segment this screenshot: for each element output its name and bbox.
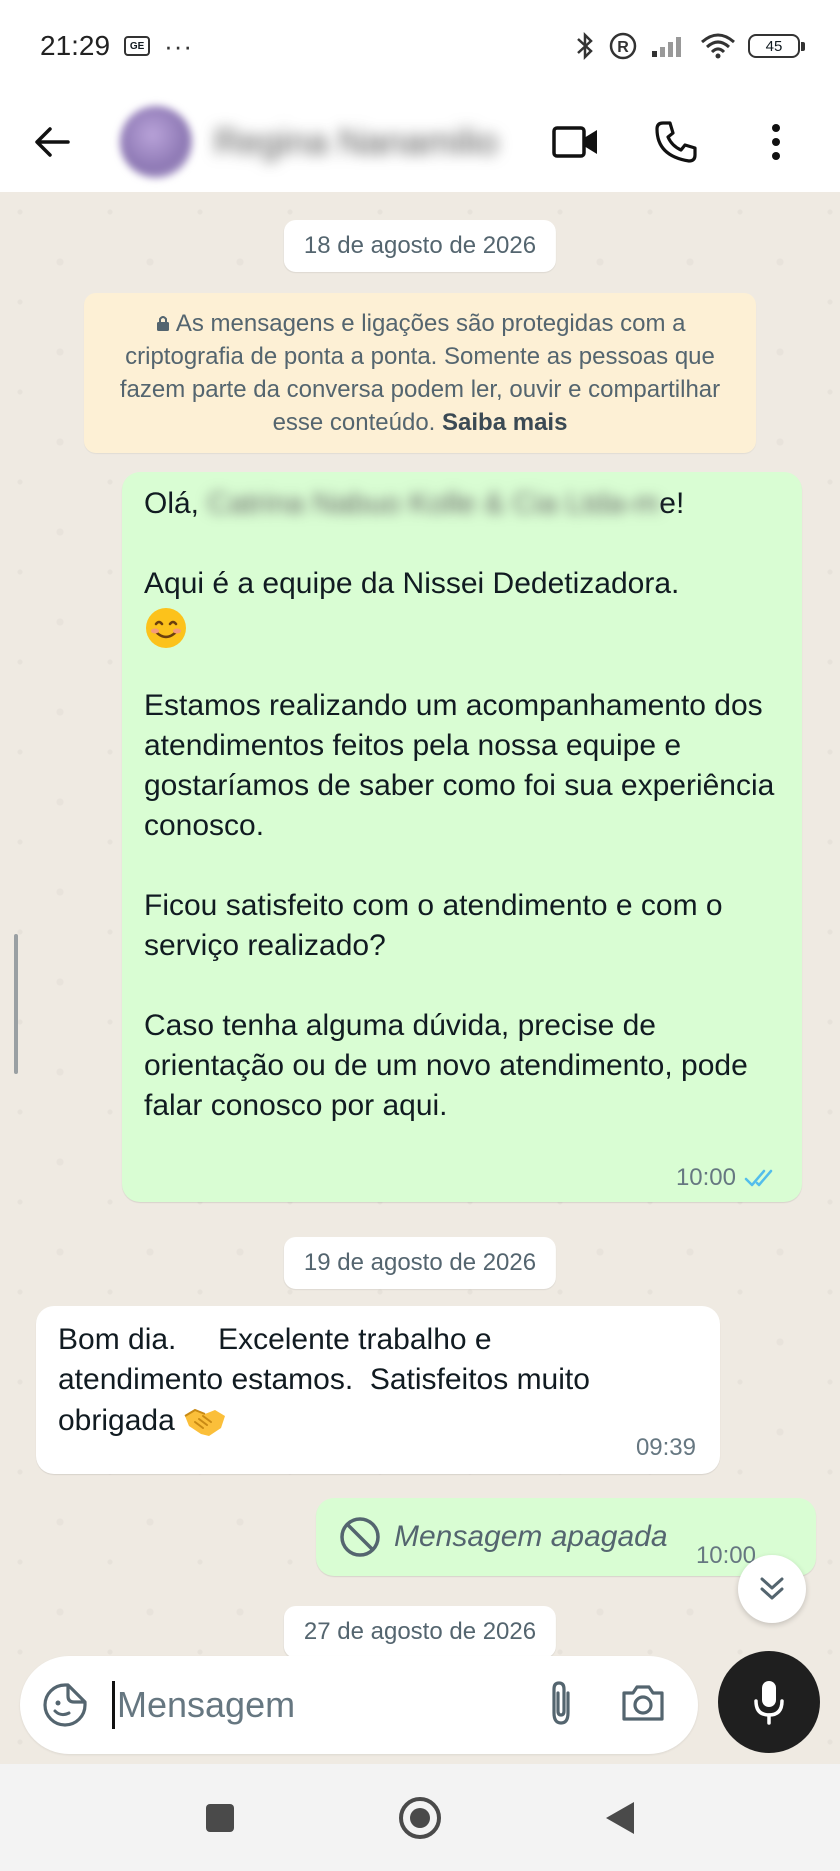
contact-name[interactable]: Regina Nanamilio bbox=[214, 121, 504, 163]
date-separator: 27 de agosto de 2026 bbox=[283, 1606, 557, 1658]
sticker-button[interactable] bbox=[40, 1680, 90, 1730]
chat-header: Regina Nanamilio bbox=[0, 92, 840, 192]
message-paragraph: Ficou satisfeito com o atendimento e com… bbox=[144, 889, 731, 962]
message-greeting-line: Olá, Catrina Nabuo Kolle & Cia Ltda-me! bbox=[144, 484, 780, 524]
square-recents-icon bbox=[206, 1803, 234, 1832]
message-intro: Aqui é a equipe da Nissei Dedetizadora. bbox=[144, 567, 680, 600]
text-cursor bbox=[112, 1681, 115, 1729]
status-time: 21:29 bbox=[40, 30, 111, 61]
deleted-message-content: Mensagem apagada bbox=[338, 1515, 668, 1559]
greeting-end-text: e! bbox=[659, 487, 685, 520]
recents-button[interactable] bbox=[195, 1793, 245, 1843]
message-composer[interactable] bbox=[20, 1656, 698, 1754]
chat-area[interactable]: 18 de agosto de 2026 As mensagens e liga… bbox=[0, 192, 840, 1764]
scroll-handle[interactable] bbox=[14, 934, 18, 1074]
contact-avatar[interactable] bbox=[120, 106, 192, 178]
microphone-icon bbox=[754, 1681, 784, 1725]
status-bar: 21:29 GE ··· R 45 bbox=[0, 0, 840, 92]
bluetooth-icon bbox=[577, 31, 593, 61]
blocked-circle-icon bbox=[340, 1517, 380, 1557]
redacted-name: Catrina Nabuo Kolle & Cia Ltda-m bbox=[207, 487, 660, 520]
deleted-message[interactable]: Mensagem apagada 10:00 bbox=[316, 1498, 816, 1576]
circle-home-icon bbox=[399, 1796, 441, 1839]
back-nav-button[interactable] bbox=[595, 1793, 645, 1843]
message-meta: 09:39 bbox=[636, 1434, 696, 1462]
camera-button[interactable] bbox=[620, 1683, 666, 1728]
double-check-read-icon bbox=[744, 1169, 773, 1187]
back-arrow-icon bbox=[35, 127, 70, 157]
video-call-icon bbox=[552, 126, 597, 158]
triangle-back-icon bbox=[606, 1801, 634, 1834]
video-call-button[interactable] bbox=[546, 112, 606, 172]
sim-icon: GE bbox=[124, 36, 151, 56]
attach-button[interactable] bbox=[546, 1679, 576, 1732]
back-button[interactable] bbox=[20, 110, 84, 174]
more-dots-icon: ··· bbox=[164, 30, 194, 61]
voice-call-button[interactable] bbox=[646, 112, 706, 172]
svg-text:R: R bbox=[617, 39, 629, 56]
more-options-button[interactable] bbox=[746, 112, 806, 172]
more-options-icon bbox=[772, 124, 780, 160]
message-paragraph: Estamos realizando um acompanhamento dos… bbox=[144, 689, 783, 842]
system-navigation-bar bbox=[0, 1764, 840, 1871]
message-paragraph: Caso tenha alguma dúvida, precise de ori… bbox=[144, 1009, 757, 1122]
home-button[interactable] bbox=[395, 1793, 445, 1843]
registered-icon: R bbox=[609, 32, 637, 60]
encryption-notice-text: As mensagens e ligações são protegidas c… bbox=[119, 310, 721, 436]
message-meta: 10:00 bbox=[676, 1164, 778, 1192]
learn-more-link[interactable]: Saiba mais bbox=[442, 409, 567, 436]
incoming-message-body: Bom dia. Excelente trabalho e atendiment… bbox=[58, 1320, 618, 1444]
phone-call-icon bbox=[655, 121, 697, 163]
scroll-to-bottom-button[interactable] bbox=[738, 1555, 806, 1623]
greeting-text: Olá, bbox=[144, 487, 200, 520]
incoming-message-text: Bom dia. Excelente trabalho e atendiment… bbox=[58, 1323, 599, 1437]
battery-icon: 45 bbox=[748, 34, 805, 58]
smiling-face-emoji-icon bbox=[146, 608, 186, 648]
deleted-message-text: Mensagem apagada bbox=[394, 1520, 668, 1553]
wifi-icon bbox=[701, 33, 735, 59]
message-time: 09:39 bbox=[635, 1434, 696, 1461]
date-separator: 19 de agosto de 2026 bbox=[283, 1237, 557, 1289]
date-separator: 18 de agosto de 2026 bbox=[283, 220, 557, 272]
handshake-emoji-icon bbox=[184, 1408, 226, 1436]
paperclip-icon bbox=[552, 1680, 570, 1725]
sticker-icon bbox=[43, 1683, 87, 1727]
message-input[interactable] bbox=[117, 1684, 487, 1726]
signal-icon bbox=[652, 37, 681, 57]
camera-icon bbox=[622, 1684, 664, 1721]
message-time: 10:00 bbox=[675, 1164, 736, 1191]
voice-record-button[interactable] bbox=[718, 1651, 820, 1753]
outgoing-message[interactable]: Olá, Catrina Nabuo Kolle & Cia Ltda-me! … bbox=[122, 472, 802, 1202]
incoming-message[interactable]: Bom dia. Excelente trabalho e atendiment… bbox=[36, 1306, 720, 1474]
double-chevron-down-icon bbox=[760, 1577, 784, 1600]
lock-icon bbox=[156, 316, 169, 331]
encryption-notice[interactable]: As mensagens e ligações são protegidas c… bbox=[84, 293, 756, 453]
